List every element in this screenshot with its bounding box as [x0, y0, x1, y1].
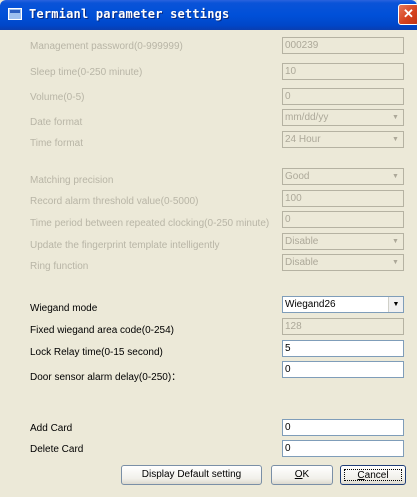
lock-relay-time-field[interactable]: 5 [282, 340, 404, 357]
cancel-mnemonic: C [357, 470, 365, 481]
chevron-down-icon[interactable]: ▼ [388, 110, 403, 125]
matching-precision-select[interactable]: Good ▼ [282, 168, 404, 185]
delete-card-field[interactable]: 0 [282, 440, 404, 457]
chevron-down-icon[interactable]: ▼ [388, 255, 403, 270]
cancel-button[interactable]: Cancel [340, 465, 406, 485]
ok-button[interactable]: OK [271, 465, 333, 485]
matching-precision-label: Matching precision [30, 175, 114, 186]
management-password-value: 000239 [285, 40, 319, 51]
door-sensor-alarm-delay-label: Door sensor alarm delay(0-250)： [30, 372, 182, 383]
add-card-field[interactable]: 0 [282, 419, 404, 436]
delete-card-value: 0 [285, 443, 291, 454]
door-sensor-alarm-delay-field[interactable]: 0 [282, 361, 404, 378]
time-format-value: 24 Hour [285, 134, 321, 145]
focus-rectangle: Cancel [344, 469, 402, 481]
cancel-label: Cancel [357, 470, 388, 481]
ring-function-value: Disable [285, 257, 319, 268]
ok-mnemonic: O [294, 469, 303, 480]
fixed-wiegand-area-code-label: Fixed wiegand area code(0-254) [30, 325, 174, 336]
display-default-setting-label: Display Default setting [141, 469, 242, 480]
window-app-icon [8, 8, 22, 20]
date-format-select[interactable]: mm/dd/yy ▼ [282, 109, 404, 126]
repeat-clocking-period-field[interactable]: 0 [282, 211, 404, 228]
chevron-down-icon[interactable]: ▼ [388, 132, 403, 147]
volume-value: 0 [285, 91, 291, 102]
sleep-time-value: 10 [285, 66, 297, 77]
ok-label: OK [295, 469, 309, 480]
wiegand-mode-value: Wiegand26 [285, 299, 336, 310]
lock-relay-time-label: Lock Relay time(0-15 second) [30, 347, 163, 358]
date-format-label: Date format [30, 117, 83, 128]
wiegand-mode-select[interactable]: Wiegand26 ▼ [282, 296, 404, 313]
volume-label: Volume(0-5) [30, 92, 85, 103]
window-title: Termianl parameter settings [29, 7, 230, 21]
matching-precision-value: Good [285, 171, 310, 182]
date-format-value: mm/dd/yy [285, 112, 329, 123]
close-icon: ✕ [403, 6, 414, 21]
management-password-label: Management password(0-999999) [30, 41, 183, 52]
display-default-setting-button[interactable]: Display Default setting [121, 465, 262, 485]
lock-relay-time-value: 5 [285, 343, 291, 354]
update-fingerprint-template-label: Update the fingerprint template intellig… [30, 240, 220, 251]
update-fingerprint-template-value: Disable [285, 236, 319, 247]
sleep-time-field[interactable]: 10 [282, 63, 404, 80]
cancel-label-rest: ancel [364, 470, 389, 481]
time-format-select[interactable]: 24 Hour ▼ [282, 131, 404, 148]
record-alarm-threshold-label: Record alarm threshold value(0-5000) [30, 196, 199, 207]
terminal-parameter-settings-dialog: Termianl parameter settings ✕ Management… [0, 0, 417, 497]
door-sensor-alarm-delay-value: 0 [285, 364, 291, 375]
record-alarm-threshold-field[interactable]: 100 [282, 190, 404, 207]
fixed-wiegand-area-code-value: 128 [285, 321, 302, 332]
wiegand-mode-label: Wiegand mode [30, 303, 98, 314]
repeat-clocking-period-value: 0 [285, 214, 291, 225]
repeat-clocking-period-label: Time period between repeated clocking(0-… [30, 218, 270, 229]
volume-field[interactable]: 0 [282, 88, 404, 105]
delete-card-label: Delete Card [30, 444, 84, 455]
chevron-down-icon[interactable]: ▼ [388, 297, 403, 312]
fixed-wiegand-area-code-field[interactable]: 128 [282, 318, 404, 335]
close-button[interactable]: ✕ [398, 4, 417, 25]
title-bar[interactable]: Termianl parameter settings ✕ [0, 0, 417, 30]
ok-label-rest: K [302, 469, 310, 480]
ring-function-select[interactable]: Disable ▼ [282, 254, 404, 271]
add-card-label: Add Card [30, 423, 73, 434]
record-alarm-threshold-value: 100 [285, 193, 302, 204]
time-format-label: Time format [30, 138, 83, 149]
chevron-down-icon[interactable]: ▼ [388, 234, 403, 249]
ring-function-label: Ring function [30, 261, 89, 272]
management-password-field[interactable]: 000239 [282, 37, 404, 54]
add-card-value: 0 [285, 422, 291, 433]
update-fingerprint-template-select[interactable]: Disable ▼ [282, 233, 404, 250]
chevron-down-icon[interactable]: ▼ [388, 169, 403, 184]
sleep-time-label: Sleep time(0-250 minute) [30, 67, 143, 78]
